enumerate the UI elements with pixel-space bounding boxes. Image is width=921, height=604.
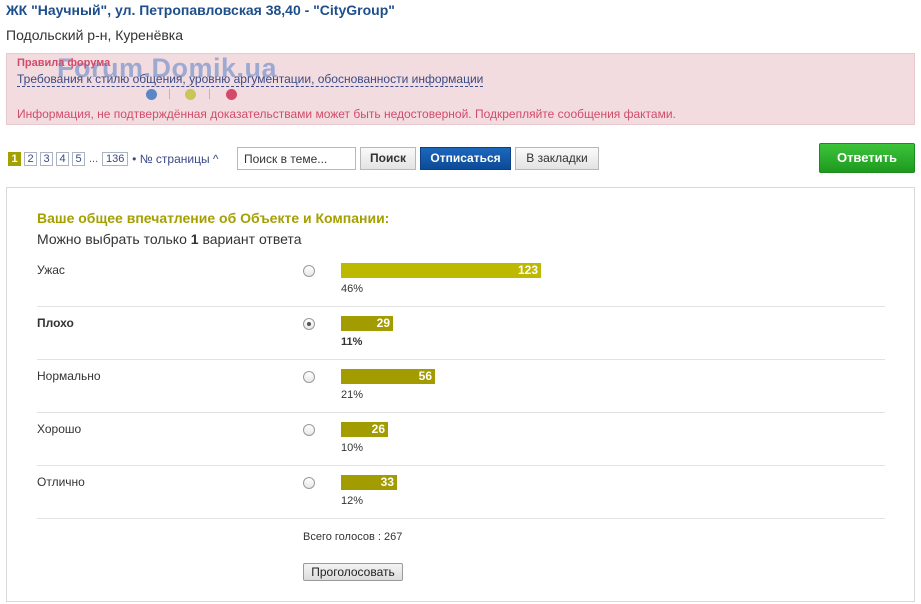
poll-hint-text: Можно выбрать только xyxy=(37,231,191,247)
poll-option-radio[interactable] xyxy=(303,371,315,383)
poll-vote-count: 33 xyxy=(380,475,394,489)
poll-percent: 21% xyxy=(341,389,364,401)
poll-option-label: Хорошо xyxy=(37,422,82,436)
rules-link[interactable]: Требования к стилю общения, уровню аргум… xyxy=(17,73,484,87)
page-link-5[interactable]: 5 xyxy=(72,152,85,166)
poll-vote-count: 123 xyxy=(517,263,538,277)
poll-option-radio[interactable] xyxy=(303,424,315,436)
poll-percent: 11% xyxy=(341,336,363,348)
bookmark-button[interactable]: В закладки xyxy=(515,147,599,170)
poll-option-row: Плохо 29 11% xyxy=(37,307,885,360)
unsubscribe-button[interactable]: Отписаться xyxy=(420,147,511,170)
poll-hint-text-end: вариант ответа xyxy=(198,231,302,247)
poll-panel: Ваше общее впечатление об Объекте и Комп… xyxy=(6,187,915,602)
poll-hint: Можно выбрать только 1 вариант ответа xyxy=(37,231,301,247)
poll-total-votes: Всего голосов : 267 xyxy=(303,531,403,543)
poll-option-row: Хорошо 26 10% xyxy=(37,413,885,466)
poll-percent: 12% xyxy=(341,495,364,507)
forum-rules-box: Forum.Domik.ua Правила форума Требования… xyxy=(6,53,915,125)
watermark-dot-blue xyxy=(146,89,157,100)
poll-option-label: Ужас xyxy=(37,263,65,277)
search-button[interactable]: Поиск xyxy=(360,147,416,170)
poll-percent: 10% xyxy=(341,442,364,454)
reply-button[interactable]: Ответить xyxy=(819,143,915,173)
poll-vote-count: 26 xyxy=(371,422,385,436)
poll-result-bar: 123 xyxy=(341,263,541,278)
poll-option-row: Отлично 33 12% xyxy=(37,466,885,519)
poll-result-bar: 33 xyxy=(341,475,397,490)
vote-button[interactable]: Проголосовать xyxy=(303,563,403,581)
page-link-3[interactable]: 3 xyxy=(40,152,53,166)
search-in-topic-input[interactable] xyxy=(237,147,356,170)
poll-vote-count: 29 xyxy=(376,316,390,330)
poll-option-radio[interactable] xyxy=(303,318,315,330)
watermark-divider xyxy=(169,89,170,99)
poll-option-radio[interactable] xyxy=(303,477,315,489)
poll-option-label: Нормально xyxy=(37,369,101,383)
rules-heading: Правила форума xyxy=(17,57,111,69)
poll-option-radio[interactable] xyxy=(303,265,315,277)
poll-hint-count: 1 xyxy=(190,231,199,247)
topic-title: ЖК "Научный", ул. Петропавловская 38,40 … xyxy=(6,2,395,18)
watermark-divider xyxy=(209,89,210,99)
watermark-dot-red xyxy=(226,89,237,100)
poll-option-label: Отлично xyxy=(37,475,85,489)
topic-subtitle: Подольский р-н, Куренёвка xyxy=(6,27,184,43)
poll-percent: 46% xyxy=(341,283,364,295)
pagination-ellipsis: ... xyxy=(89,153,99,165)
poll-result-bar: 29 xyxy=(341,316,393,331)
page-link-2[interactable]: 2 xyxy=(24,152,37,166)
poll-option-row: Нормально 56 21% xyxy=(37,360,885,413)
poll-option-label: Плохо xyxy=(37,316,74,330)
poll-vote-count: 56 xyxy=(418,369,432,383)
watermark-dot-yellow xyxy=(185,89,196,100)
pagination: 1 2 3 4 5 ... 136 • № страницы ^ xyxy=(8,152,219,166)
rules-warning: Информация, не подтверждённая доказатель… xyxy=(17,107,676,121)
poll-result-bar: 26 xyxy=(341,422,388,437)
poll-question: Ваше общее впечатление об Объекте и Комп… xyxy=(37,210,390,226)
poll-result-bar: 56 xyxy=(341,369,435,384)
page-link-1[interactable]: 1 xyxy=(8,152,21,166)
page-link-4[interactable]: 4 xyxy=(56,152,69,166)
page-link-last[interactable]: 136 xyxy=(102,152,129,166)
page-number-toggle[interactable]: • № страницы ^ xyxy=(132,152,218,166)
poll-option-row: Ужас 123 46% xyxy=(37,254,885,307)
